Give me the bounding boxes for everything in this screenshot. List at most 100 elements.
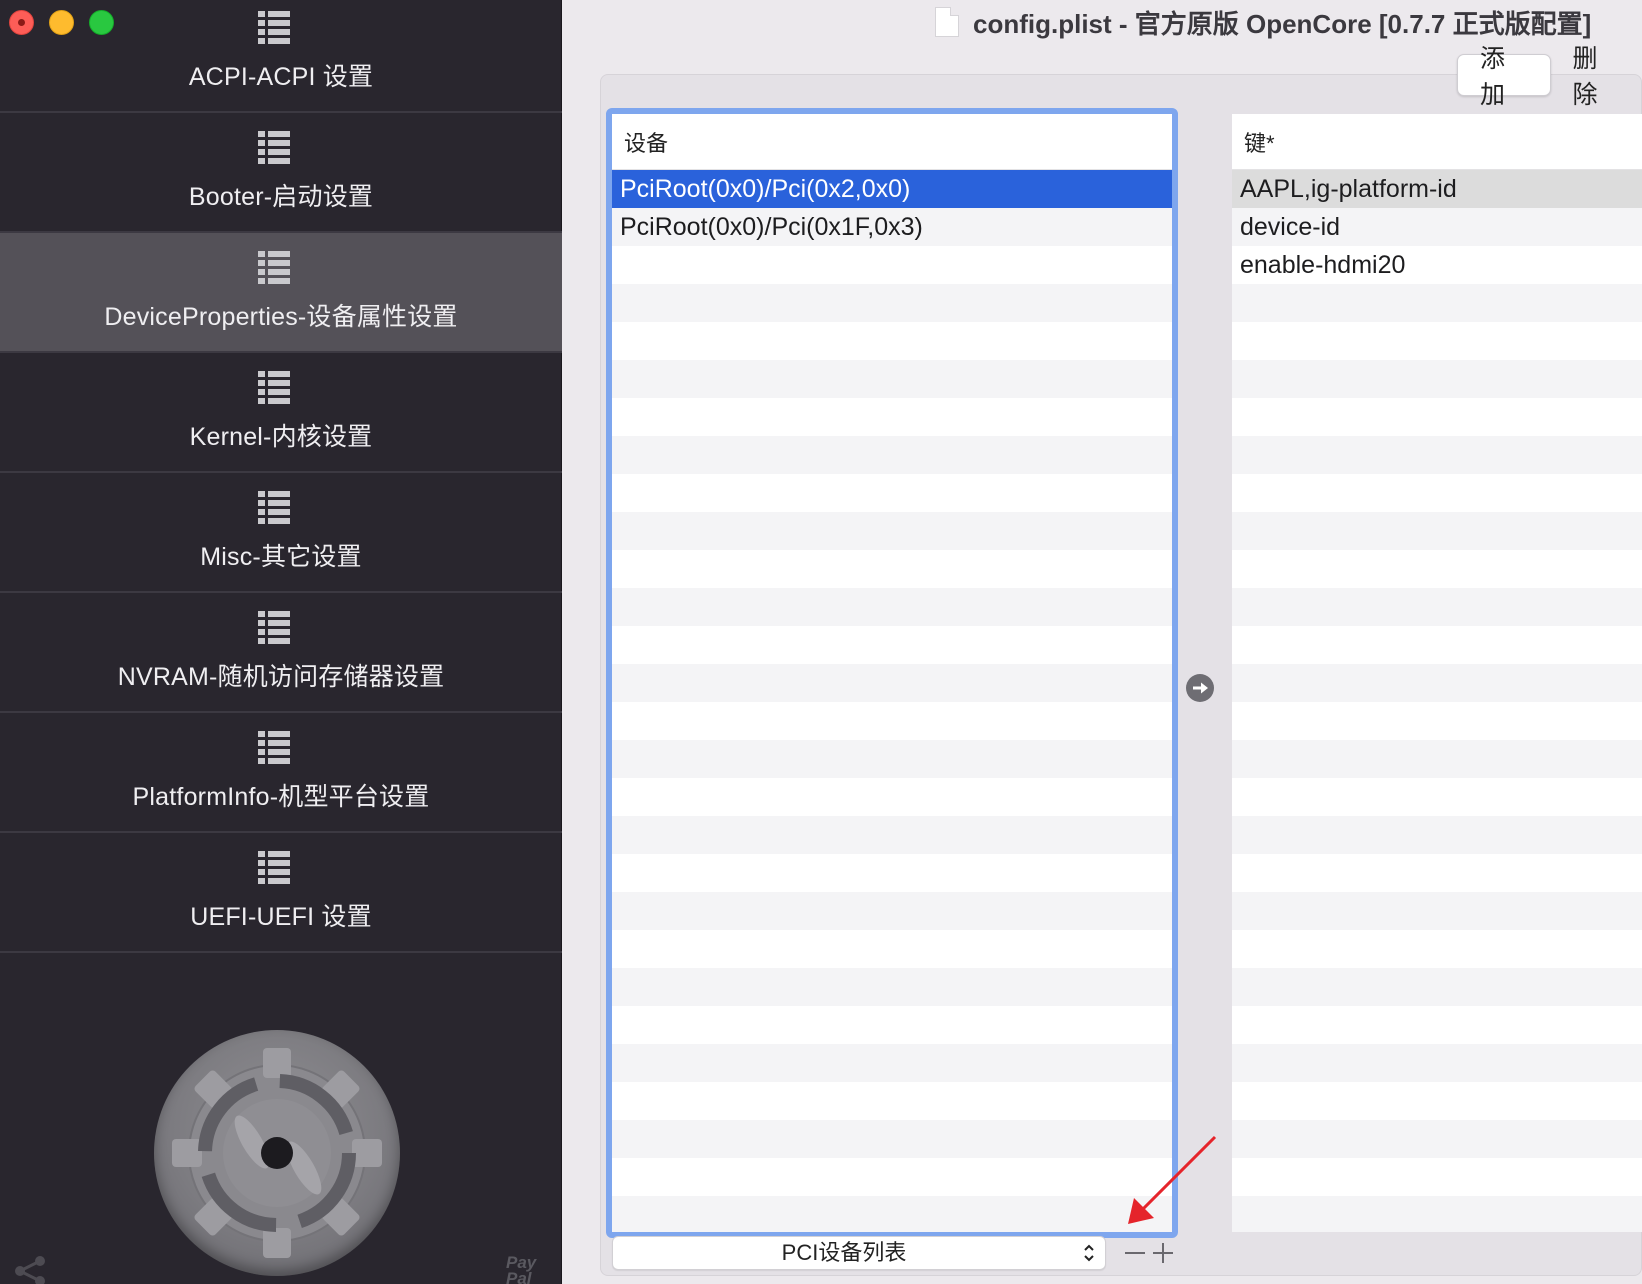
- sidebar-item-5[interactable]: NVRAM-随机访问存储器设置: [0, 593, 562, 713]
- table-row: [612, 854, 1172, 892]
- sidebar-item-label: PlatformInfo-机型平台设置: [132, 783, 430, 811]
- table-row: [1232, 968, 1642, 1006]
- arrow-right-circle-icon[interactable]: [1186, 674, 1214, 702]
- table-row: [1232, 360, 1642, 398]
- sidebar-item-6[interactable]: PlatformInfo-机型平台设置: [0, 713, 562, 833]
- key-table[interactable]: 键* AAPL,ig-platform-id device-id enable-hd…: [1232, 114, 1642, 1232]
- annotation-arrow-icon: [1128, 1135, 1217, 1224]
- sidebar-item-label: Misc-其它设置: [200, 543, 362, 571]
- table-row: [612, 512, 1172, 550]
- list-icon: [258, 849, 290, 884]
- list-icon: [258, 129, 290, 164]
- table-row: [1232, 778, 1642, 816]
- pci-select-value: PCI设备列表: [781, 1240, 907, 1265]
- table-row: [612, 1044, 1172, 1082]
- table-row: [612, 816, 1172, 854]
- list-icon: [258, 9, 290, 44]
- table-row: [612, 930, 1172, 968]
- sidebar-item-4[interactable]: Misc-其它设置: [0, 473, 562, 593]
- add-button[interactable]: 添加: [1457, 45, 1551, 109]
- sidebar-item-0[interactable]: ACPI-ACPI 设置: [0, 0, 562, 113]
- pci-device-list-select[interactable]: PCI设备列表: [612, 1236, 1106, 1270]
- sidebar-item-2[interactable]: DeviceProperties-设备属性设置: [0, 233, 562, 353]
- table-row: [612, 246, 1172, 284]
- table-row: [612, 1006, 1172, 1044]
- list-icon: [258, 249, 290, 284]
- table-row: [1232, 892, 1642, 930]
- table-row: [1232, 284, 1642, 322]
- table-row: [612, 778, 1172, 816]
- table-row: [1232, 512, 1642, 550]
- sidebar-item-label: UEFI-UEFI 设置: [190, 903, 372, 931]
- device-column-header[interactable]: 设备: [612, 114, 1172, 170]
- sidebar-item-3[interactable]: Kernel-内核设置: [0, 353, 562, 473]
- table-row: [1232, 474, 1642, 512]
- add-delete-segmented-control: 添加 删除: [1457, 45, 1642, 109]
- table-row: [1232, 664, 1642, 702]
- sidebar-item-label: ACPI-ACPI 设置: [188, 63, 374, 91]
- list-icon: [258, 729, 290, 764]
- table-row: [1232, 626, 1642, 664]
- sidebar-item-label: Booter-启动设置: [188, 183, 374, 211]
- gear-icon: [154, 1030, 400, 1276]
- remove-button[interactable]: [1122, 1240, 1148, 1266]
- table-row: [612, 360, 1172, 398]
- table-row: [612, 398, 1172, 436]
- table-row: [1232, 1196, 1642, 1232]
- table-row[interactable]: PciRoot(0x0)/Pci(0x1F,0x3): [612, 208, 1172, 246]
- table-row: [612, 322, 1172, 360]
- sidebar-item-label: Kernel-内核设置: [189, 423, 373, 451]
- table-row: [1232, 1120, 1642, 1158]
- list-icon: [258, 609, 290, 644]
- table-row: [612, 1120, 1172, 1158]
- table-row: [1232, 816, 1642, 854]
- table-row: [1232, 854, 1642, 892]
- table-row: [612, 664, 1172, 702]
- list-icon: [258, 369, 290, 404]
- table-row: [612, 550, 1172, 588]
- chevron-up-down-icon: [1084, 1244, 1094, 1262]
- table-row: [612, 436, 1172, 474]
- table-row: [612, 1082, 1172, 1120]
- sidebar-item-7[interactable]: UEFI-UEFI 设置: [0, 833, 562, 953]
- table-row: [1232, 930, 1642, 968]
- table-row: [612, 740, 1172, 778]
- add-item-button[interactable]: [1150, 1240, 1176, 1266]
- table-row: [1232, 550, 1642, 588]
- table-row: [612, 968, 1172, 1006]
- table-row: [1232, 1082, 1642, 1120]
- table-row[interactable]: enable-hdmi20: [1232, 246, 1642, 284]
- table-row[interactable]: AAPL,ig-platform-id: [1232, 170, 1642, 208]
- delete-button[interactable]: 删除: [1551, 45, 1642, 109]
- key-column-header[interactable]: 键*: [1232, 114, 1642, 170]
- table-row: [612, 1196, 1172, 1232]
- table-row: [1232, 702, 1642, 740]
- document-icon: [935, 7, 959, 37]
- key-rows: AAPL,ig-platform-id device-id enable-hdmi2…: [1232, 170, 1642, 1232]
- device-table[interactable]: 设备 PciRoot(0x0)/Pci(0x2,0x0) PciRoot(0x0)…: [606, 108, 1178, 1238]
- table-row: [612, 588, 1172, 626]
- table-row: [1232, 398, 1642, 436]
- table-row: [1232, 1006, 1642, 1044]
- sidebar-item-label: DeviceProperties-设备属性设置: [104, 303, 458, 331]
- share-icon[interactable]: [14, 1255, 46, 1284]
- table-row: [612, 626, 1172, 664]
- table-row: [612, 474, 1172, 512]
- window-title: config.plist - 官方原版 OpenCore [0.7.7 正式版配…: [935, 4, 1591, 40]
- table-row: [612, 1158, 1172, 1196]
- sidebar-item-label: NVRAM-随机访问存储器设置: [117, 663, 445, 691]
- table-row: [1232, 588, 1642, 626]
- table-row: [1232, 436, 1642, 474]
- paypal-logo[interactable]: Pay Pal: [506, 1254, 561, 1284]
- table-row: [612, 284, 1172, 322]
- table-row: [1232, 322, 1642, 360]
- table-row[interactable]: device-id: [1232, 208, 1642, 246]
- sidebar-item-1[interactable]: Booter-启动设置: [0, 113, 562, 233]
- table-row[interactable]: PciRoot(0x0)/Pci(0x2,0x0): [612, 170, 1172, 208]
- table-row: [1232, 1158, 1642, 1196]
- device-rows: PciRoot(0x0)/Pci(0x2,0x0) PciRoot(0x0)/Pc…: [612, 170, 1172, 1232]
- table-row: [1232, 1044, 1642, 1082]
- sidebar: ACPI-ACPI 设置 Booter-启动设置 DeviceProperties-…: [0, 0, 562, 1284]
- table-row: [1232, 740, 1642, 778]
- table-row: [612, 702, 1172, 740]
